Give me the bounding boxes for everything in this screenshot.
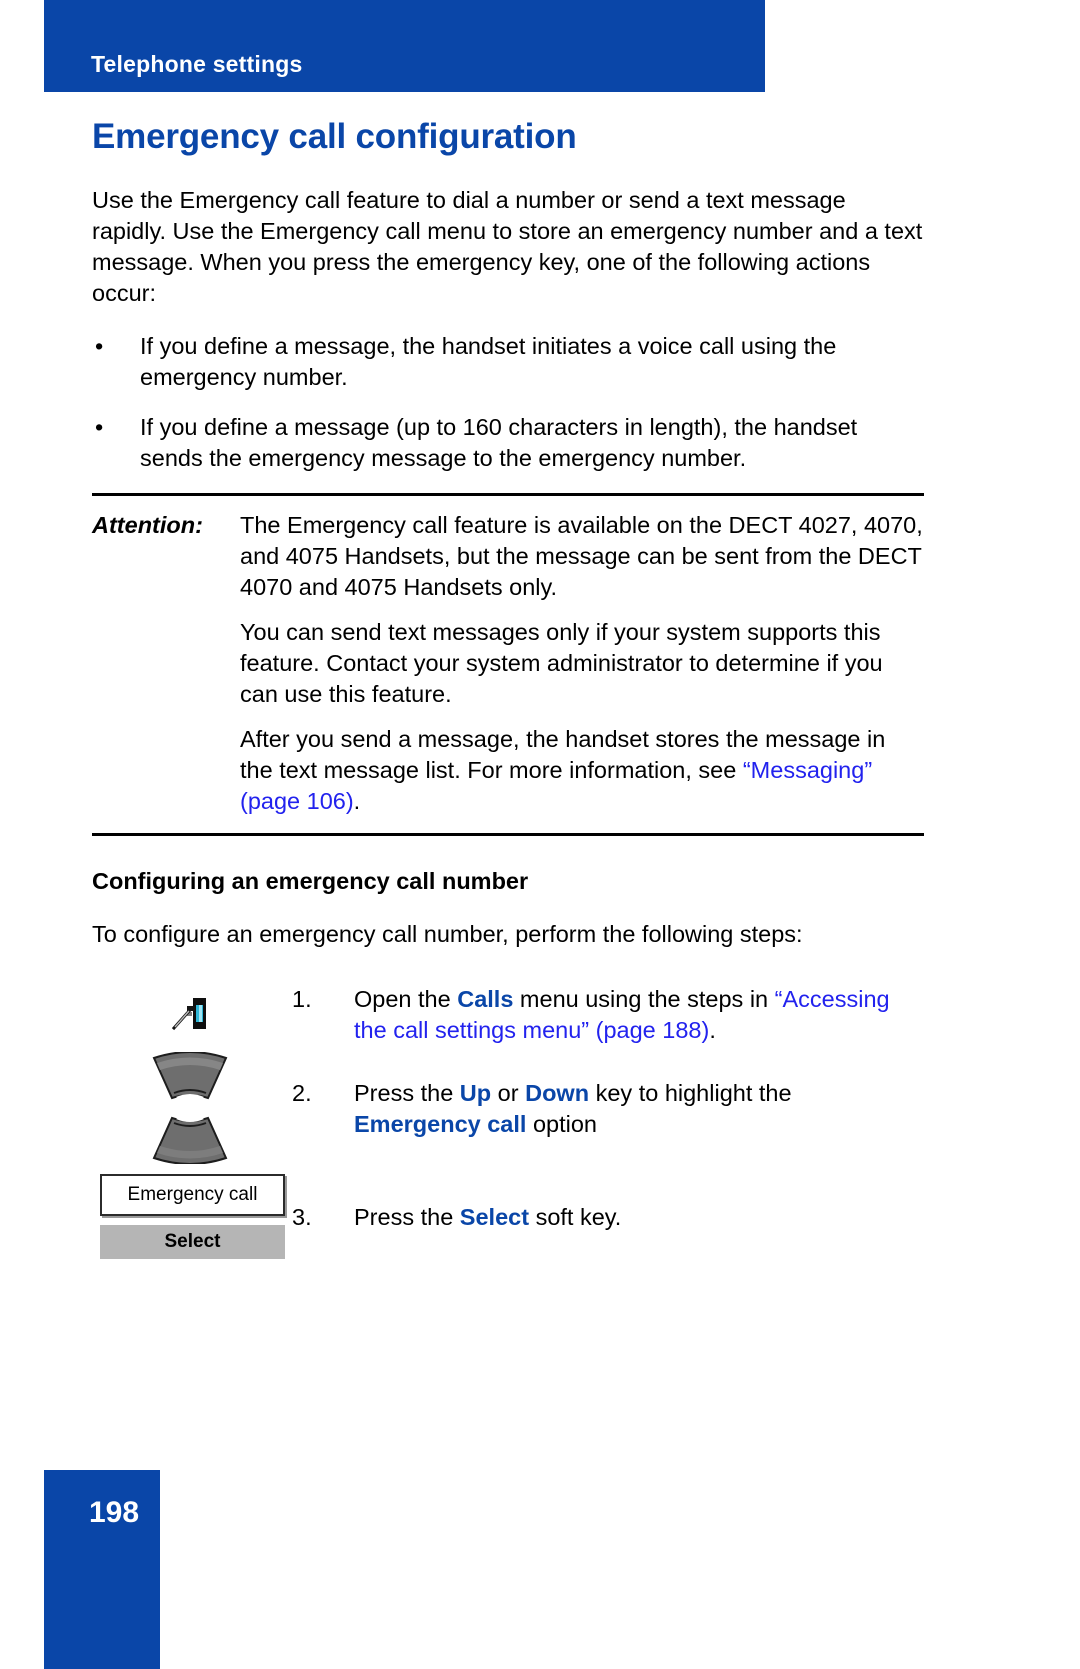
step-text-part: Press the bbox=[354, 1079, 460, 1106]
header-banner: Telephone settings bbox=[44, 0, 765, 92]
step-number: 1. bbox=[292, 985, 312, 1012]
navigation-key-down bbox=[152, 1111, 228, 1164]
step-emphasis-down: Down bbox=[525, 1079, 590, 1106]
step-text-tail: soft key. bbox=[529, 1203, 622, 1230]
attention-note: Attention: The Emergency call feature is… bbox=[92, 492, 924, 836]
section-sub-head: Configuring an emergency call number bbox=[92, 867, 529, 894]
step-text-part: Press the bbox=[354, 1203, 460, 1230]
list-item: • If you define a message (up to 160 cha… bbox=[92, 412, 924, 474]
page-content: Emergency call configuration Use the Eme… bbox=[92, 117, 924, 1284]
step-text-part: or bbox=[491, 1079, 526, 1106]
procedure-step-3: 3. Press the Select soft key. bbox=[292, 1202, 924, 1233]
step-emphasis-calls: Calls bbox=[457, 985, 514, 1012]
list-item-text: If you define a message (up to 160 chara… bbox=[140, 413, 858, 471]
page-number: 198 bbox=[89, 1496, 140, 1529]
navigation-key-up bbox=[152, 1051, 228, 1104]
step-text-tail: option bbox=[526, 1110, 597, 1137]
list-item-text: If you define a message, the handset ini… bbox=[140, 332, 837, 390]
section-lead-in: To configure an emergency call number, p… bbox=[92, 920, 803, 947]
step-emphasis-up: Up bbox=[459, 1079, 492, 1106]
procedure-steps: 1. Open the Calls menu using the steps in… bbox=[292, 984, 924, 1233]
step-text-part: Open the bbox=[354, 985, 458, 1012]
page-title: Emergency call configuration bbox=[92, 117, 577, 156]
attention-paragraph: The Emergency call feature is available … bbox=[240, 511, 923, 600]
attention-tail-text: . bbox=[353, 787, 361, 814]
handset-display-mockup: Emergency call Select bbox=[100, 1173, 285, 1259]
procedure-step-2: 2. Press the Up or Down key to highlight … bbox=[292, 1078, 924, 1140]
attention-label: Attention: bbox=[92, 511, 203, 538]
bullet-dot-icon: • bbox=[95, 413, 104, 440]
intro-paragraph: Use the Emergency call feature to dial a… bbox=[92, 186, 923, 306]
step-text-tail: . bbox=[709, 1016, 716, 1043]
procedure-step-1: 1. Open the Calls menu using the steps in… bbox=[292, 984, 924, 1046]
attention-paragraph: You can send text messages only if your … bbox=[240, 618, 883, 707]
soft-key-select[interactable]: Select bbox=[100, 1224, 285, 1259]
step-number: 3. bbox=[292, 1203, 312, 1230]
step-text-part: key to highlight the bbox=[589, 1079, 792, 1106]
bullet-list: • If you define a message, the handset i… bbox=[92, 331, 924, 474]
step-number: 2. bbox=[292, 1079, 312, 1106]
attention-body: The Emergency call feature is available … bbox=[240, 510, 924, 817]
step-text-part: menu using the steps in bbox=[513, 985, 775, 1012]
footer-banner: 198 bbox=[44, 1470, 160, 1669]
handset-display-menu-item: Emergency call bbox=[100, 1173, 285, 1216]
procedure-block: Emergency call Select 1. Open the Calls m… bbox=[92, 984, 924, 1284]
list-item: • If you define a message, the handset i… bbox=[92, 331, 924, 393]
step-emphasis-select: Select bbox=[459, 1203, 530, 1230]
bullet-dot-icon: • bbox=[95, 332, 104, 359]
running-head: Telephone settings bbox=[91, 51, 303, 77]
calls-menu-icon bbox=[171, 997, 206, 1030]
step-emphasis-emergency-call: Emergency call bbox=[354, 1110, 527, 1137]
attention-paragraph-with-link: After you send a message, the handset st… bbox=[240, 724, 924, 817]
